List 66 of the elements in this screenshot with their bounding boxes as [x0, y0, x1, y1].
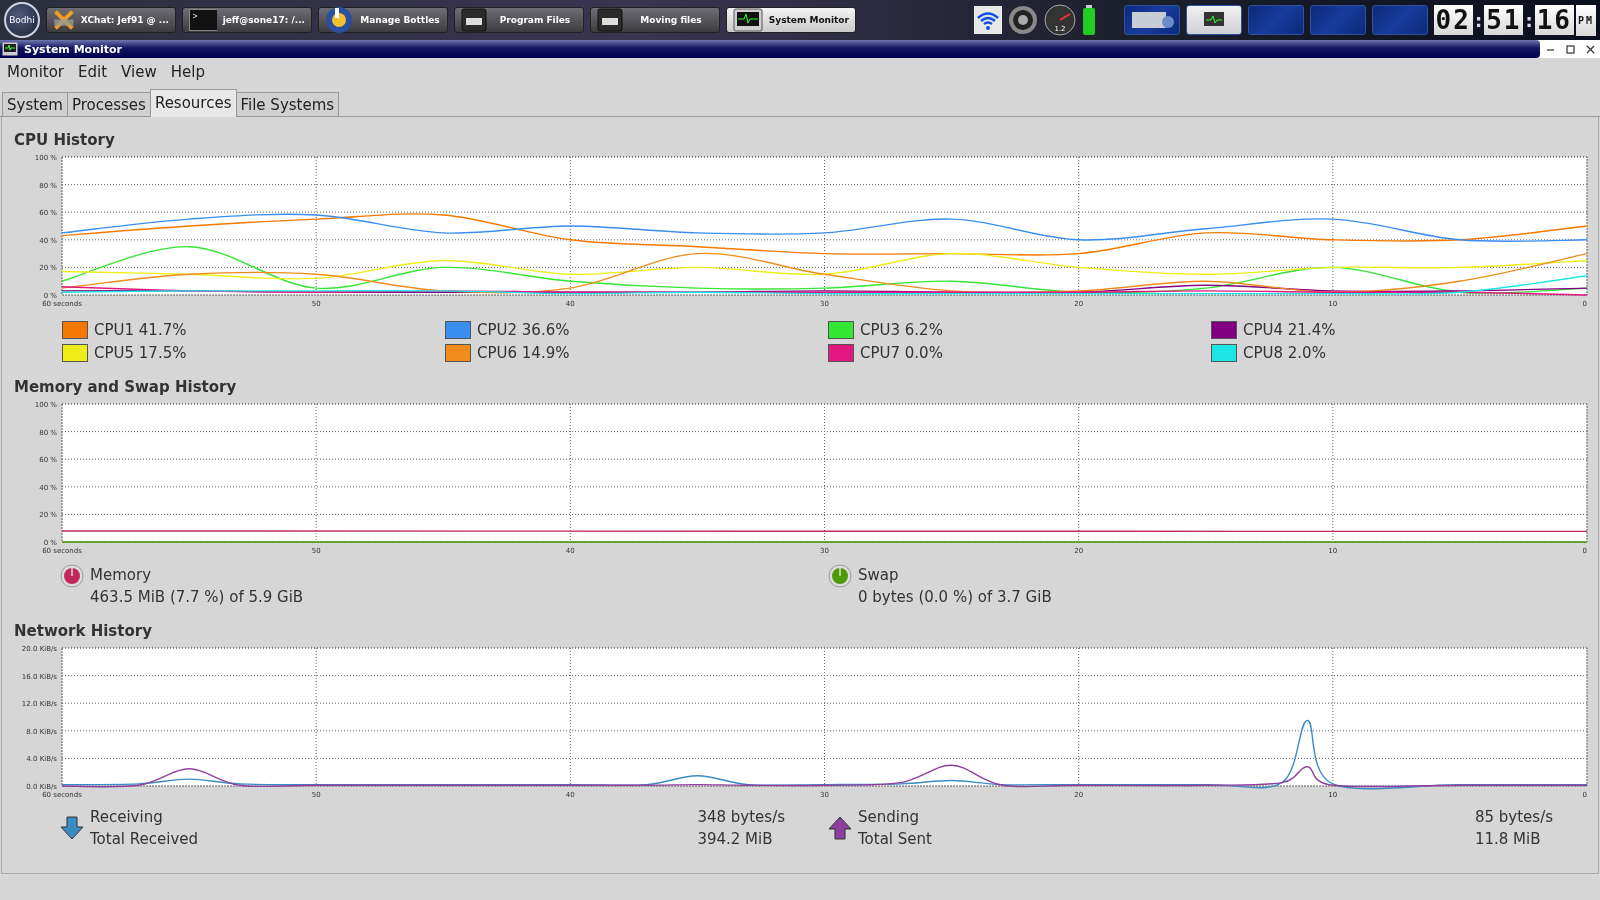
color-swatch[interactable]	[828, 344, 854, 362]
legend-label: Swap	[858, 566, 900, 584]
total-value: 394.2 MiB	[697, 830, 774, 848]
section-title: CPU History	[14, 131, 116, 149]
clock: 02:51:16 PM	[1433, 4, 1596, 36]
down-arrow-icon[interactable]	[60, 816, 84, 840]
wifi-icon[interactable]	[973, 6, 1002, 34]
taskbar-button[interactable]: XChat: Jef91 @ ...	[46, 7, 176, 33]
color-swatch[interactable]	[445, 344, 471, 362]
speaker-icon[interactable]	[1007, 5, 1038, 35]
legend-label: CPU4 21.4%	[1243, 321, 1336, 339]
monitor-icon	[733, 8, 763, 32]
usage-text: 0 bytes (0.0 %) of 3.7 GiB	[858, 588, 1052, 606]
taskbar-button[interactable]: Program Files	[454, 7, 584, 33]
taskbar-button[interactable]: System Monitor	[726, 7, 856, 33]
taskbar-button[interactable]: Manage Bottles	[318, 7, 448, 33]
total-value: 11.8 MiB	[1474, 830, 1542, 848]
taskbar-button[interactable]: jeff@sone17: /...	[182, 7, 312, 33]
legend-label: CPU3 6.2%	[860, 321, 943, 339]
menu-item[interactable]: Edit	[73, 61, 113, 83]
color-swatch[interactable]	[445, 321, 471, 339]
legend-label: CPU6 14.9%	[477, 344, 570, 362]
legend-label: CPU2 36.6%	[477, 321, 570, 339]
taskbar-button[interactable]: Moving files	[590, 7, 720, 33]
tab[interactable]: Processes	[66, 92, 151, 116]
tab[interactable]: System	[2, 92, 68, 116]
legend-label: CPU1 41.7%	[94, 321, 187, 339]
section-title: Network History	[14, 622, 153, 640]
workspace-button[interactable]	[1123, 5, 1180, 35]
monitor-icon	[2, 42, 18, 56]
legend-label: CPU5 17.5%	[94, 344, 187, 362]
legend-label: CPU8 2.0%	[1243, 344, 1326, 362]
legend-label: Total Received	[90, 830, 200, 848]
tab[interactable]: Resources	[149, 89, 237, 117]
usage-text: 463.5 MiB (7.7 %) of 5.9 GiB	[90, 588, 304, 606]
menu-item[interactable]: Monitor	[2, 61, 70, 83]
close-icon[interactable]	[1585, 44, 1595, 54]
pie-icon[interactable]	[828, 564, 852, 588]
folder-icon	[597, 8, 623, 32]
up-arrow-icon[interactable]	[828, 816, 852, 840]
color-swatch[interactable]	[62, 344, 88, 362]
legend-label: Sending	[858, 808, 920, 826]
legend-label: CPU7 0.0%	[860, 344, 943, 362]
folder-icon	[461, 8, 487, 32]
legend-label: Memory	[90, 566, 152, 584]
color-swatch[interactable]	[62, 321, 88, 339]
window-thumbnail-icon	[1129, 10, 1174, 30]
battery-icon[interactable]	[1081, 5, 1096, 35]
color-swatch[interactable]	[1211, 321, 1237, 339]
legend-label: Total Sent	[858, 830, 933, 848]
maximize-icon[interactable]	[1565, 44, 1575, 54]
section-title: Memory and Swap History	[14, 378, 238, 396]
pie-icon[interactable]	[60, 564, 84, 588]
menu-item[interactable]: View	[116, 61, 162, 83]
color-swatch[interactable]	[828, 321, 854, 339]
launcher-button[interactable]: Bodhi	[4, 2, 40, 38]
monitor-icon	[1202, 11, 1225, 29]
menu-item[interactable]: Help	[165, 61, 210, 83]
terminal-icon	[189, 9, 217, 31]
window-title: System Monitor	[24, 42, 122, 56]
workspace-button[interactable]	[1185, 5, 1242, 35]
rate-value: 85 bytes/s	[1474, 808, 1553, 826]
tab[interactable]: File Systems	[235, 92, 340, 116]
rate-value: 348 bytes/s	[697, 808, 785, 826]
legend-label: Receiving	[90, 808, 164, 826]
color-swatch[interactable]	[1211, 344, 1237, 362]
